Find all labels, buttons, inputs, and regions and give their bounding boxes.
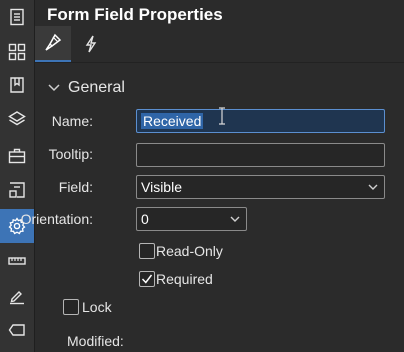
ruler-icon[interactable] — [0, 244, 34, 278]
lock-label: Lock — [82, 299, 112, 315]
tab-actions[interactable] — [73, 26, 109, 62]
required-label: Required — [156, 271, 213, 287]
read-only-checkbox[interactable] — [139, 243, 155, 259]
field-visibility-select[interactable]: Visible — [136, 175, 385, 199]
orientation-label: Orientation: — [20, 211, 93, 227]
chevron-down-icon[interactable] — [47, 80, 61, 94]
tooltip-label: Tooltip: — [48, 146, 93, 162]
grid-icon[interactable] — [0, 35, 34, 69]
field-visibility-value: Visible — [141, 179, 182, 195]
document-list-icon[interactable] — [0, 0, 34, 34]
lock-checkbox[interactable] — [63, 299, 79, 315]
section-general-title[interactable]: General — [68, 79, 125, 97]
name-label: Name: — [51, 113, 93, 129]
briefcase-icon[interactable] — [0, 139, 34, 173]
orientation-select[interactable]: 0 — [136, 207, 247, 231]
checkmark-icon — [141, 274, 153, 284]
signature-icon[interactable] — [0, 279, 34, 313]
chevron-down-icon — [368, 184, 378, 190]
required-checkbox[interactable] — [139, 271, 155, 287]
form-icon[interactable] — [0, 173, 34, 207]
panel-title: Form Field Properties — [47, 5, 223, 24]
name-input-value: Received — [141, 113, 204, 129]
properties-tab-bar — [35, 26, 404, 63]
field-label: Field: — [58, 179, 93, 195]
brush-icon — [45, 33, 62, 51]
text-cursor-icon — [219, 107, 225, 125]
tag-icon[interactable] — [0, 313, 34, 347]
orientation-value: 0 — [141, 211, 149, 227]
read-only-label: Read-Only — [156, 243, 223, 259]
bookmark-icon[interactable] — [0, 68, 34, 102]
left-tool-rail — [0, 0, 35, 352]
chevron-down-icon — [230, 216, 240, 222]
form-field-properties-panel: Form Field Properties General Name: Rece… — [21, 0, 404, 352]
modified-label: Modified: — [67, 333, 124, 349]
tab-appearance[interactable] — [35, 26, 71, 62]
lightning-icon — [85, 35, 97, 53]
name-input[interactable]: Received — [136, 109, 385, 133]
tooltip-input[interactable] — [136, 143, 385, 167]
layers-icon[interactable] — [0, 102, 34, 136]
